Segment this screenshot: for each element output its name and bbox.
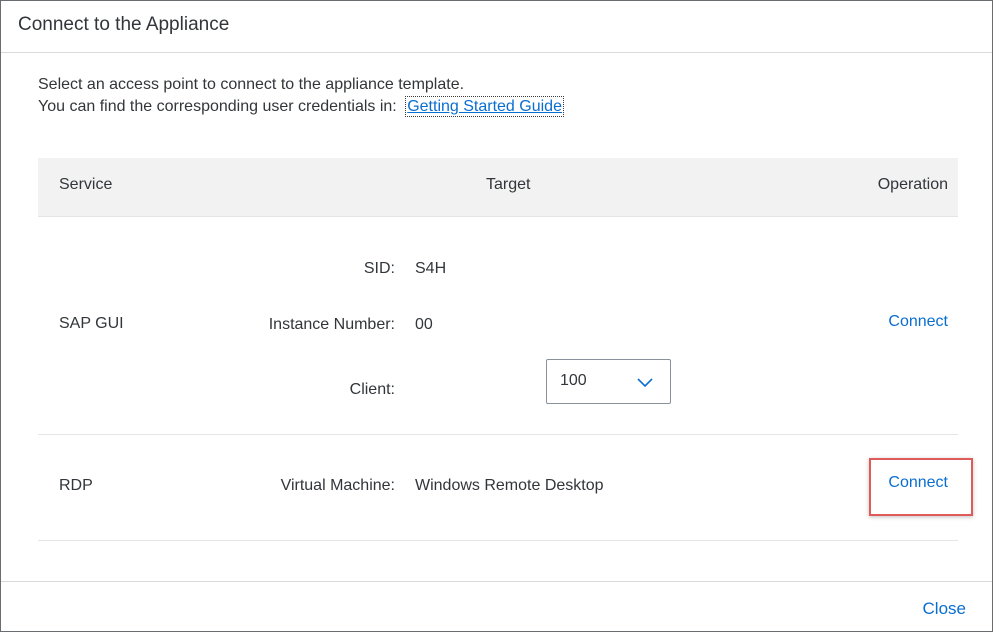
table-row-sap-gui: SAP GUI SID: S4H Instance Number: 00 Cli… bbox=[38, 217, 958, 435]
column-header-target: Target bbox=[486, 176, 531, 193]
intro-line-1: Select an access point to connect to the… bbox=[38, 76, 465, 93]
virtual-machine-value: Windows Remote Desktop bbox=[415, 477, 604, 494]
table-row-rdp: RDP Virtual Machine: Windows Remote Desk… bbox=[38, 435, 958, 541]
client-label: Client: bbox=[349, 381, 395, 398]
service-cell: RDP bbox=[59, 477, 93, 494]
instance-number-label: Instance Number: bbox=[268, 316, 395, 333]
dialog-footer: Close bbox=[1, 581, 992, 631]
table-header: Service Target Operation bbox=[38, 158, 958, 217]
close-button[interactable]: Close bbox=[923, 599, 966, 619]
connect-sap-gui-link[interactable]: Connect bbox=[888, 313, 948, 331]
client-select[interactable]: 100 bbox=[546, 359, 671, 404]
dialog-header: Connect to the Appliance bbox=[1, 1, 992, 53]
service-cell: SAP GUI bbox=[59, 315, 124, 332]
client-select-value: 100 bbox=[560, 372, 587, 389]
connect-rdp-link[interactable]: Connect bbox=[888, 474, 948, 492]
column-header-service: Service bbox=[59, 176, 113, 193]
intro-line-2: You can find the corresponding user cred… bbox=[38, 96, 564, 118]
connect-dialog: Connect to the Appliance Select an acces… bbox=[0, 0, 993, 632]
intro-line-2-text: You can find the corresponding user cred… bbox=[38, 98, 397, 115]
getting-started-guide-link[interactable]: Getting Started Guide bbox=[405, 96, 564, 117]
dialog-title: Connect to the Appliance bbox=[18, 14, 230, 35]
sid-value: S4H bbox=[415, 260, 447, 277]
virtual-machine-label: Virtual Machine: bbox=[280, 477, 395, 494]
sid-label: SID: bbox=[363, 260, 395, 277]
intro-text: Select an access point to connect to the… bbox=[38, 74, 564, 118]
instance-number-value: 00 bbox=[415, 316, 433, 333]
chevron-down-icon[interactable] bbox=[636, 375, 654, 389]
column-header-operation: Operation bbox=[877, 176, 948, 193]
